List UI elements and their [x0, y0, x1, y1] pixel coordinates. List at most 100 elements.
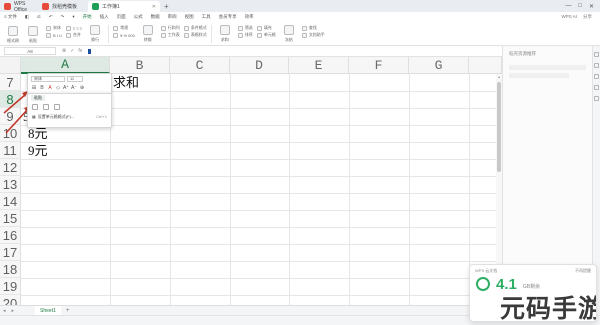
- menu-item-data[interactable]: 数据: [151, 12, 160, 22]
- sum-button[interactable]: 求和: [216, 25, 234, 43]
- formula-input[interactable]: [88, 47, 98, 55]
- row-header-17[interactable]: 17: [0, 244, 21, 261]
- bold-icon[interactable]: B: [39, 85, 45, 91]
- row-header-20[interactable]: 20: [0, 295, 21, 305]
- first-sheet-icon[interactable]: ◂: [0, 308, 9, 314]
- add-sheet-button[interactable]: +: [61, 308, 75, 314]
- more-icon[interactable]: ⊕: [79, 85, 85, 91]
- menu-item-undo[interactable]: ↶: [49, 12, 53, 22]
- panel-tool-icon-5[interactable]: [594, 96, 599, 101]
- panel-tool-icon-4[interactable]: [594, 85, 599, 90]
- column-header-a[interactable]: A: [21, 57, 110, 74]
- tab-wps-office[interactable]: WPS Office: [0, 1, 38, 13]
- conditional-format-button[interactable]: 条件格式: [183, 25, 207, 31]
- column-header-g[interactable]: G: [409, 57, 469, 74]
- fill-button[interactable]: 填充: [256, 25, 276, 31]
- format-painter-button[interactable]: 格式刷: [4, 26, 22, 44]
- menu-item-formula[interactable]: 公式: [134, 12, 143, 22]
- paste-special-icon[interactable]: [54, 104, 60, 110]
- row-header-11[interactable]: 11: [0, 142, 21, 159]
- row-header-13[interactable]: 13: [0, 176, 21, 193]
- row-header-15[interactable]: 15: [0, 210, 21, 227]
- row-header-16[interactable]: 16: [0, 227, 21, 244]
- column-header-d[interactable]: D: [230, 57, 289, 74]
- doc-assistant-button[interactable]: 文档助手: [301, 32, 325, 38]
- menu-item-2[interactable]: ⎌: [37, 12, 41, 22]
- font-style-buttons[interactable]: B I U: [46, 32, 62, 38]
- menu-item-tools[interactable]: 工具: [202, 12, 211, 22]
- menu-item-insert[interactable]: 插入: [100, 12, 109, 22]
- maximize-icon[interactable]: □: [578, 3, 582, 9]
- paste-menu-item[interactable]: 粘贴: [31, 95, 45, 101]
- menu-item-review[interactable]: 审阅: [168, 12, 177, 22]
- panel-tool-icon-3[interactable]: [594, 74, 599, 79]
- cell-a11[interactable]: 9元: [28, 142, 48, 159]
- font-family-select[interactable]: 宋体: [31, 75, 65, 82]
- close-window-icon[interactable]: ✕: [589, 3, 594, 10]
- font-color-icon[interactable]: A: [47, 85, 53, 91]
- minimize-icon[interactable]: —: [565, 3, 571, 9]
- filter-button[interactable]: 筛选: [237, 25, 253, 31]
- column-header-b[interactable]: B: [110, 57, 170, 74]
- close-tab-icon[interactable]: ✕: [152, 4, 156, 10]
- tab-workbook[interactable]: 工作簿1 ✕: [88, 1, 160, 12]
- fx-icon[interactable]: fx: [78, 48, 82, 54]
- cancel-icon[interactable]: ⊗: [62, 48, 66, 54]
- menu-item-redo[interactable]: ↷: [61, 12, 65, 22]
- row-header-7[interactable]: 7: [0, 74, 21, 91]
- menu-item-view[interactable]: 视图: [185, 12, 194, 22]
- tab-docer[interactable]: 找稻壳模板: [38, 1, 88, 12]
- panel-tool-icon-2[interactable]: [594, 63, 599, 68]
- new-tab-button[interactable]: +: [160, 1, 173, 12]
- confirm-icon[interactable]: ✓: [70, 48, 74, 54]
- menu-item-page[interactable]: 页面: [117, 12, 126, 22]
- merge-button[interactable]: 合并: [65, 32, 82, 38]
- copy-icon[interactable]: [32, 104, 38, 110]
- row-header-14[interactable]: 14: [0, 193, 21, 210]
- format-cells-menu-item[interactable]: ▦ 设置单元格格式(F)... Ctrl+1: [28, 112, 111, 121]
- menu-right-ai[interactable]: WPS AI: [561, 14, 577, 20]
- column-header-c[interactable]: C: [170, 57, 230, 74]
- menu-item-file[interactable]: ≡ 文件: [4, 12, 17, 22]
- select-all-corner[interactable]: [0, 57, 21, 74]
- border-icon[interactable]: ⊞: [31, 85, 37, 91]
- increase-font-icon[interactable]: A⁺: [63, 85, 69, 91]
- row-header-12[interactable]: 12: [0, 159, 21, 176]
- menu-item-efficiency[interactable]: 效率: [245, 12, 254, 22]
- row-header-8[interactable]: 8: [0, 91, 21, 108]
- font-select[interactable]: 宋体: [46, 25, 62, 31]
- number-format-select[interactable]: 常规: [113, 25, 135, 31]
- panel-tool-icon-1[interactable]: [594, 52, 599, 57]
- cell-b7[interactable]: 求和: [113, 74, 139, 91]
- cell-button[interactable]: 单元格: [256, 32, 276, 38]
- column-header-f[interactable]: F: [349, 57, 409, 74]
- freeze-button[interactable]: 冻结: [280, 25, 298, 43]
- menu-item-1[interactable]: ◧: [25, 12, 29, 22]
- menu-right-share[interactable]: 分享: [583, 14, 592, 20]
- row-header-9[interactable]: 9: [0, 108, 21, 125]
- name-box[interactable]: A8: [4, 47, 56, 55]
- fill-color-icon[interactable]: ◇: [55, 85, 61, 91]
- table-style-button[interactable]: 表格样式: [183, 32, 207, 38]
- menu-item-home[interactable]: 开始: [82, 12, 92, 23]
- align-buttons[interactable]: ≡ ≡ ≡: [65, 25, 82, 31]
- wrap-button[interactable]: 换行: [86, 25, 104, 43]
- row-col-button[interactable]: 行和列: [160, 25, 180, 31]
- worksheet-button[interactable]: 工作表: [160, 32, 180, 38]
- sheet-tab-sheet1[interactable]: Sheet1: [35, 305, 61, 316]
- font-size-select[interactable]: 11: [67, 75, 83, 82]
- sort-button[interactable]: 排序: [237, 32, 253, 38]
- menu-item-more[interactable]: ▾: [72, 12, 74, 22]
- decrease-font-icon[interactable]: A⁻: [71, 85, 77, 91]
- prev-sheet-icon[interactable]: ▸: [9, 308, 18, 314]
- column-header-e[interactable]: E: [289, 57, 349, 74]
- scroll-thumb[interactable]: [497, 82, 501, 172]
- find-button[interactable]: 查找: [301, 25, 325, 31]
- row-header-10[interactable]: 10: [0, 125, 21, 142]
- widget-dismiss-link[interactable]: 不再提醒: [575, 268, 591, 274]
- currency-buttons[interactable]: ¥ % 000: [113, 32, 135, 38]
- row-header-19[interactable]: 19: [0, 278, 21, 295]
- paste-button[interactable]: 粘贴: [24, 26, 42, 44]
- row-header-18[interactable]: 18: [0, 261, 21, 278]
- cut-icon[interactable]: [43, 104, 49, 110]
